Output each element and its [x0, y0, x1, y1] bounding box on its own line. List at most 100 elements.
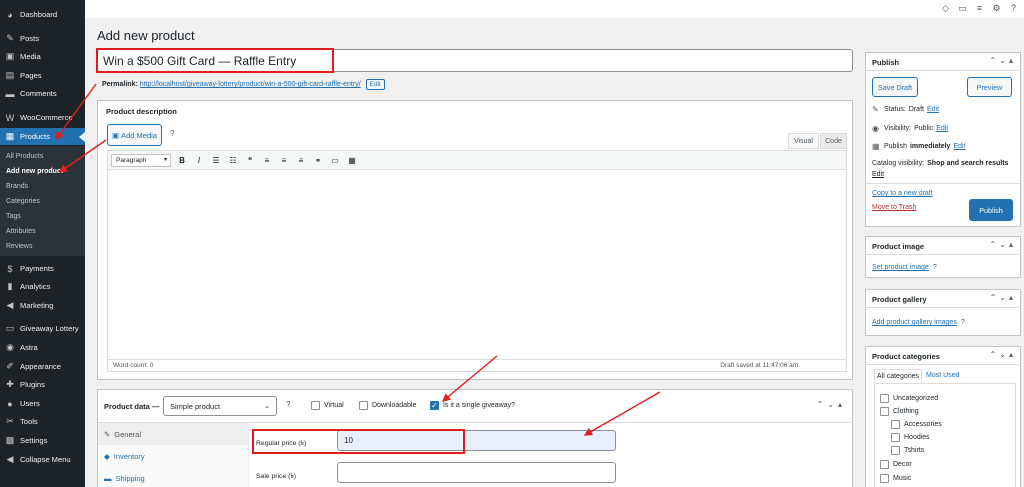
checkbox-box[interactable]	[359, 401, 368, 410]
checkbox-box[interactable]	[880, 394, 889, 403]
toolbar-toggle-icon[interactable]: ▦	[346, 154, 358, 167]
checkbox-box[interactable]	[880, 460, 889, 469]
edit-publish-link[interactable]: Edit	[953, 143, 965, 150]
sidebar-item-woocommerce[interactable]: W WooCommerce	[0, 109, 85, 126]
permalink-url[interactable]: http://localhost/giveaway-lottery/produc…	[140, 81, 361, 88]
category-item[interactable]: Decor	[880, 460, 912, 469]
diamond-icon[interactable]: ◇	[940, 3, 951, 14]
bullet-list-icon[interactable]: ☰	[210, 154, 222, 167]
edit-catalog-link[interactable]: Edit	[872, 171, 884, 178]
sidebar-item-payments[interactable]: $ Payments	[0, 260, 85, 277]
sidebar-item-products[interactable]: ▦ Products	[0, 128, 85, 145]
sidebar-item-giveaway-lottery[interactable]: ▭ Giveaway Lottery	[0, 320, 85, 337]
admin-sidebar: ◕ Dashboard ✎ Posts ▣ Media ▤ Pages ▬ Comment…	[0, 0, 85, 487]
read-more-icon[interactable]: ▭	[329, 154, 341, 167]
sidebar-item-appearance[interactable]: ✐ Appearance	[0, 358, 85, 375]
tab-most-used[interactable]: Most Used	[922, 369, 963, 384]
align-center-icon[interactable]: ≡	[278, 154, 290, 167]
set-product-image-link[interactable]: Set product image	[872, 264, 929, 271]
numbered-list-icon[interactable]: ☷	[227, 154, 239, 167]
list-icon[interactable]: ≡	[974, 3, 985, 14]
sidebar-item-astra[interactable]: ◉ Astra	[0, 339, 85, 356]
box-controls[interactable]: ⌃⌄▴	[990, 293, 1016, 302]
category-item[interactable]: Accessories	[891, 420, 942, 429]
format-select[interactable]: Paragraph ▾	[111, 154, 171, 167]
submenu-all-products[interactable]: All Products	[6, 153, 43, 160]
sidebar-item-settings[interactable]: ▩ Settings	[0, 432, 85, 449]
bold-icon[interactable]: B	[176, 154, 188, 167]
help-icon[interactable]: ?	[170, 129, 174, 138]
product-type-select[interactable]: Simple product ⌄	[163, 396, 277, 416]
help-icon[interactable]: ?	[961, 319, 965, 326]
checkbox-box[interactable]	[880, 407, 889, 416]
category-item[interactable]: Tshirts	[891, 446, 924, 455]
sidebar-item-posts[interactable]: ✎ Posts	[0, 30, 85, 47]
permalink-edit-button[interactable]: Edit	[365, 79, 385, 90]
tab-visual[interactable]: Visual	[788, 133, 819, 149]
edit-status-link[interactable]: Edit	[927, 106, 939, 113]
single-giveaway-checkbox[interactable]: ✓ Is it a single giveaway?	[430, 401, 515, 410]
category-item[interactable]: Hoodies	[891, 433, 930, 442]
tab-code[interactable]: Code	[820, 133, 847, 149]
sidebar-item-marketing[interactable]: ◀ Marketing	[0, 297, 85, 314]
tab-inventory[interactable]: ◆ Inventory	[98, 445, 249, 467]
submenu-reviews[interactable]: Reviews	[6, 243, 32, 250]
box-controls[interactable]: ⌃⌄▴	[990, 240, 1016, 249]
box-controls[interactable]: ⌃⌄▴	[990, 350, 1016, 359]
tab-shipping[interactable]: ▬ Shipping	[98, 467, 249, 487]
publish-button[interactable]: Publish	[969, 199, 1013, 221]
collapse-menu-button[interactable]: ◀ Collapse Menu	[0, 451, 85, 468]
preview-button[interactable]: Preview	[967, 77, 1012, 97]
category-item[interactable]: Clothing	[880, 407, 919, 416]
product-title-input[interactable]: Win a $500 Gift Card — Raffle Entry	[97, 49, 853, 72]
tab-all-categories[interactable]: All categories	[874, 369, 923, 384]
add-gallery-images-link[interactable]: Add product gallery images	[872, 319, 957, 326]
sidebar-item-plugins[interactable]: ✚ Plugins	[0, 376, 85, 393]
page-title: Add new product	[97, 28, 195, 43]
message-icon[interactable]: ▭	[957, 3, 968, 14]
gear-icon[interactable]: ⚙	[991, 3, 1002, 14]
downloadable-checkbox[interactable]: Downloadable	[359, 401, 416, 410]
align-left-icon[interactable]: ≡	[261, 154, 273, 167]
submenu-add-new-product[interactable]: Add new product	[6, 168, 63, 175]
submenu-attributes[interactable]: Attributes	[6, 228, 36, 235]
checkbox-box[interactable]	[311, 401, 320, 410]
italic-icon[interactable]: I	[193, 154, 205, 167]
save-draft-button[interactable]: Save Draft	[872, 77, 918, 97]
sidebar-item-analytics[interactable]: ▮ Analytics	[0, 278, 85, 295]
checkbox-box[interactable]	[880, 474, 889, 483]
sidebar-item-pages[interactable]: ▤ Pages	[0, 67, 85, 84]
link-icon[interactable]: ⚭	[312, 154, 324, 167]
check-icon[interactable]: ✓	[430, 401, 439, 410]
checkbox-box[interactable]	[891, 446, 900, 455]
submenu-brands[interactable]: Brands	[6, 183, 28, 190]
tab-general[interactable]: ✎ General	[98, 423, 249, 445]
category-item[interactable]: Music	[880, 474, 911, 483]
checkbox-box[interactable]	[891, 433, 900, 442]
sidebar-item-users[interactable]: ● Users	[0, 395, 85, 412]
quote-icon[interactable]: ❝	[244, 154, 256, 167]
sidebar-item-dashboard[interactable]: ◕ Dashboard	[0, 6, 85, 23]
help-icon[interactable]: ?	[286, 400, 290, 409]
virtual-checkbox[interactable]: Virtual	[311, 401, 344, 410]
help-icon[interactable]: ?	[933, 264, 937, 271]
sidebar-item-comments[interactable]: ▬ Comments	[0, 85, 85, 102]
pages-icon: ▤	[5, 70, 15, 80]
editor-area[interactable]: Paragraph ▾ B I ☰ ☷ ❝ ≡ ≡ ≡ ⚭ ▭ ▦ Word co…	[107, 150, 847, 372]
regular-price-input[interactable]: 10	[337, 430, 616, 451]
submenu-categories[interactable]: Categories	[6, 198, 40, 205]
add-media-button[interactable]: ▣ Add Media	[107, 124, 162, 146]
edit-visibility-link[interactable]: Edit	[936, 125, 948, 132]
sale-price-input[interactable]	[337, 462, 616, 483]
panel-controls[interactable]: ⌃⌄▴	[817, 400, 846, 409]
move-to-trash-link[interactable]: Move to Trash	[872, 204, 916, 211]
align-right-icon[interactable]: ≡	[295, 154, 307, 167]
submenu-tags[interactable]: Tags	[6, 213, 21, 220]
sidebar-item-tools[interactable]: ✂ Tools	[0, 413, 85, 430]
help-icon[interactable]: ?	[1008, 3, 1019, 14]
checkbox-box[interactable]	[891, 420, 900, 429]
copy-to-draft-link[interactable]: Copy to a new draft	[872, 190, 933, 197]
category-item[interactable]: Uncategorized	[880, 394, 938, 403]
box-controls[interactable]: ⌃⌄▴	[990, 56, 1016, 65]
sidebar-item-media[interactable]: ▣ Media	[0, 48, 85, 65]
